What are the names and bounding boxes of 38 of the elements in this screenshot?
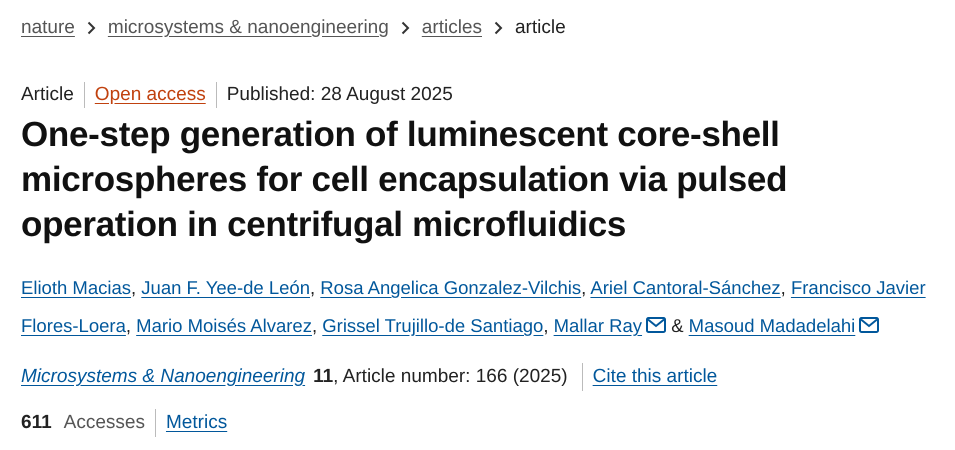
author-link[interactable]: Masoud Madadelahi bbox=[688, 315, 856, 336]
conjunction: & bbox=[671, 315, 684, 336]
open-access-link[interactable]: Open access bbox=[94, 84, 206, 106]
breadcrumb-link[interactable]: microsystems & nanoengineering bbox=[108, 17, 389, 39]
separator: , bbox=[581, 277, 586, 298]
separator: , bbox=[543, 315, 548, 336]
chevron-icon bbox=[86, 21, 96, 35]
journal-link[interactable]: Microsystems & Nanoengineering bbox=[21, 366, 306, 388]
email-icon[interactable] bbox=[646, 317, 666, 333]
separator: , bbox=[310, 277, 316, 298]
author-link[interactable]: Rosa Angelica Gonzalez-Vilchis bbox=[320, 277, 582, 298]
author-link[interactable]: Mallar Ray bbox=[554, 315, 642, 336]
separator: , bbox=[131, 277, 136, 298]
chevron-icon bbox=[494, 21, 503, 35]
author-link[interactable]: Elioth Macias bbox=[21, 277, 132, 298]
breadcrumb-link[interactable]: articles bbox=[422, 17, 482, 39]
article-title: One-step generation of luminescent core-shell microspheres for cell encapsulation via pulsed operation in centrifugal microfluidics bbox=[21, 114, 788, 246]
article-number: , Article number: 166 (2025) bbox=[333, 366, 568, 388]
separator: , bbox=[780, 277, 786, 298]
author-link[interactable]: Mario Moisés Alvarez bbox=[136, 315, 312, 336]
author-link[interactable]: Francisco Javier bbox=[790, 277, 926, 298]
metrics-link[interactable]: Metrics bbox=[166, 412, 228, 434]
email-icon[interactable] bbox=[859, 317, 880, 333]
volume-number: 11 bbox=[313, 366, 334, 388]
accesses-label: Accesses bbox=[64, 412, 145, 434]
access-count: 611 bbox=[21, 412, 52, 434]
chevron-icon bbox=[400, 21, 410, 35]
published-date: Published: 28 August 2025 bbox=[226, 84, 453, 106]
separator: , bbox=[126, 315, 132, 336]
author-link[interactable]: Grissel Trujillo-de Santiago bbox=[322, 315, 544, 336]
breadcrumb-link[interactable]: nature bbox=[21, 17, 75, 39]
author-link[interactable]: Flores-Loera bbox=[21, 315, 126, 336]
separator: , bbox=[312, 315, 318, 336]
cite-link[interactable]: Cite this article bbox=[592, 366, 718, 388]
current-page-label: article bbox=[514, 17, 566, 39]
author-link[interactable]: Ariel Cantoral-Sánchez bbox=[590, 277, 781, 298]
author-link[interactable]: Juan F. Yee-de León bbox=[141, 277, 310, 298]
article-type: Article bbox=[21, 84, 74, 106]
